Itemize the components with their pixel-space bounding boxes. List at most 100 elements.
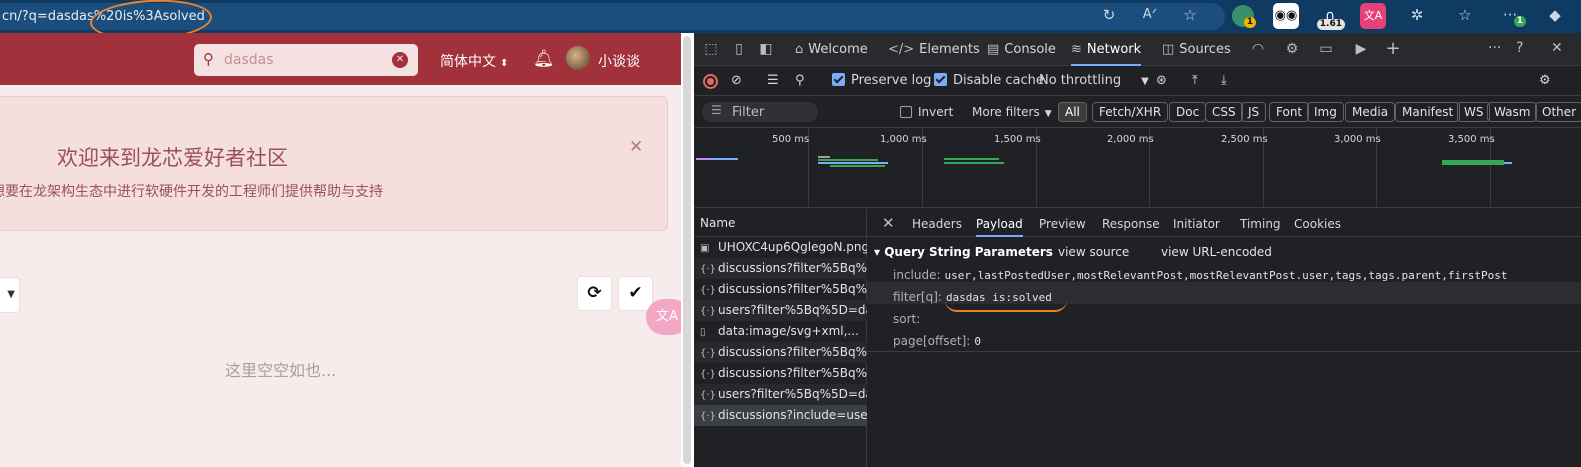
site-header: ⚲ ✕ 简体中文 ⬍ 🔔︎ 小谈谈 [0,33,681,85]
address-bar[interactable]: cn/?q=dasdas%20is%3Asolved [0,3,1225,30]
more-filters-label: More filters [972,105,1040,119]
filter-chip-other[interactable]: Other [1535,102,1581,122]
settings-gear-icon[interactable]: ⚙ [1283,40,1301,58]
tab-initiator[interactable]: Initiator [1173,209,1220,237]
request-row[interactable]: {·}users?filter%5Bq%5D=da... [694,300,867,321]
tab-response[interactable]: Response [1102,209,1160,237]
filter-toggle-icon[interactable]: ☰ [767,72,779,90]
add-tab-icon[interactable]: + [1384,40,1402,58]
tracking-prevention-icon[interactable]: ↻ [1097,3,1121,27]
timeline-bar [944,162,1004,164]
tab-timing[interactable]: Timing [1240,209,1281,237]
username[interactable]: 小谈谈 [598,51,640,71]
tab-payload[interactable]: Payload [976,209,1023,237]
filter-chip-ws[interactable]: WS [1457,102,1491,122]
filter-chip-all[interactable]: All [1058,102,1087,122]
clear-log-icon[interactable]: ⊘ [731,72,742,90]
param-include[interactable]: include: user,lastPostedUser,mostRelevant… [893,268,1507,282]
network-conditions-icon[interactable]: ⊛ [1156,72,1167,90]
refresh-button[interactable]: ⟳ [577,276,612,311]
name-column-header[interactable]: Name [694,209,867,237]
read-aloud-icon[interactable]: Aᐟ [1138,3,1162,27]
filter-chip-font[interactable]: Font [1269,102,1310,122]
notifications-bell-icon[interactable]: 🔔︎ [533,49,555,69]
filter-chip-media[interactable]: Media [1345,102,1396,122]
view-url-encoded-link[interactable]: view URL-encoded [1161,245,1272,259]
timeline-label: 2,500 ms [1221,134,1268,145]
record-button[interactable] [703,74,718,89]
filter-box[interactable]: ☰ [702,102,818,122]
page-scrollbar[interactable] [683,36,691,464]
filter-chip-manifest[interactable]: Manifest [1395,102,1461,122]
tab-headers[interactable]: Headers [912,209,962,237]
filter-chip-wasm[interactable]: Wasm [1487,102,1538,122]
tab-welcome[interactable]: ⌂ Welcome [795,33,868,66]
request-row[interactable]: {·}discussions?filter%5Bq%5... [694,258,867,279]
close-devtools-icon[interactable]: ✕ [1551,40,1563,56]
sort-dropdown[interactable]: ▼ [0,277,20,313]
search-box[interactable]: ⚲ ✕ [194,44,418,76]
throttling-select[interactable]: No throttling ▼ [1039,72,1149,90]
language-selector[interactable]: 简体中文 ⬍ [440,51,508,71]
request-row[interactable]: {·}discussions?filter%5Bq%5... [694,279,867,300]
request-row[interactable]: {·}discussions?filter%5Bq%5... [694,342,867,363]
param-sort[interactable]: sort: [893,312,924,326]
preserve-log-checkbox[interactable]: Preserve log [832,72,931,90]
import-har-icon[interactable]: ⤒ [1192,72,1198,90]
invert-checkbox[interactable]: Invert [900,103,953,121]
param-filter-q[interactable]: filter[q]: dasdas is:solved [893,290,1052,304]
favorite-star-icon[interactable]: ☆ [1178,3,1202,27]
filter-chip-js[interactable]: JS [1241,102,1267,122]
more-filters-dropdown[interactable]: More filters ▼ [972,103,1052,121]
device-emulation-icon[interactable]: ▯ [730,40,748,58]
request-row-selected[interactable]: {·} discussions?include=user... [694,405,867,426]
extension-2-icon[interactable]: ◉◉ [1273,3,1299,29]
request-row[interactable]: {·}users?filter%5Bq%5D=da... [694,384,867,405]
request-row[interactable]: ▯ data:image/svg+xml,... [694,321,867,342]
disable-cache-checkbox[interactable]: Disable cache [934,72,1044,90]
filter-chip-fetch-xhr[interactable]: Fetch/XHR [1092,102,1169,122]
favorites-icon[interactable]: ☆ [1453,3,1477,27]
extensions-puzzle-icon[interactable]: ✲ [1405,3,1429,27]
tab-elements[interactable]: </> Elements [888,33,980,66]
performance-icon[interactable]: ◠ [1249,40,1267,58]
network-settings-icon[interactable]: ⚙ [1539,72,1551,90]
welcome-banner: 欢迎来到龙芯爱好者社区 想要在龙架构生态中进行软硬件开发的工程师们提供帮助与支持… [0,96,668,231]
url-text[interactable]: cn/?q=dasdas%20is%3Asolved [2,9,205,24]
dock-sidebar-icon[interactable]: ◧ [757,40,775,58]
inspect-element-icon[interactable]: ⬚ [702,40,720,58]
extension-1-icon[interactable]: 1 [1232,5,1256,28]
search-network-icon[interactable]: ⚲ [795,72,805,90]
close-detail-icon[interactable]: ✕ [882,214,895,232]
param-page-offset[interactable]: page[offset]: 0 [893,334,981,348]
application-icon[interactable]: ▭ [1317,40,1335,58]
tab-network[interactable]: ≋ Network [1071,33,1142,66]
extension-3-icon[interactable]: ∩ 1.61 [1316,3,1345,30]
filter-chip-img[interactable]: Img [1307,102,1344,122]
network-timeline[interactable]: 500 ms 1,000 ms 1,500 ms 2,000 ms 2,500 … [694,128,1581,208]
tab-preview[interactable]: Preview [1039,209,1086,237]
filter-input[interactable] [732,104,812,120]
close-banner-icon[interactable]: ✕ [629,137,643,157]
request-row[interactable]: {·}discussions?filter%5Bq%5... [694,363,867,384]
recorder-icon[interactable]: ▶ [1352,40,1370,58]
view-source-link[interactable]: view source [1058,245,1129,259]
mark-all-read-button[interactable]: ✔ [618,276,653,311]
export-har-icon[interactable]: ⤓ [1221,72,1227,90]
translate-fab[interactable]: 文A [646,299,681,335]
translate-extension-icon[interactable]: 文A [1360,3,1386,29]
search-input[interactable] [224,49,384,71]
request-row[interactable]: ▣ UHOXC4up6QglegoN.png [694,237,867,258]
tab-console[interactable]: ▤ Console [987,33,1056,66]
more-options-icon[interactable]: ··· [1488,40,1501,56]
clear-search-icon[interactable]: ✕ [392,52,408,68]
help-icon[interactable]: ? [1516,40,1523,56]
tab-cookies[interactable]: Cookies [1294,209,1341,237]
copilot-icon[interactable]: ◆ [1543,3,1567,27]
more-menu-icon[interactable]: ··· 1 [1498,3,1526,27]
avatar[interactable] [566,46,590,70]
filter-chip-css[interactable]: CSS [1205,102,1243,122]
filter-chip-doc[interactable]: Doc [1169,102,1207,122]
query-params-section-toggle[interactable]: ▾ Query String Parameters [874,245,1053,259]
tab-sources[interactable]: ◫ Sources [1162,33,1231,66]
